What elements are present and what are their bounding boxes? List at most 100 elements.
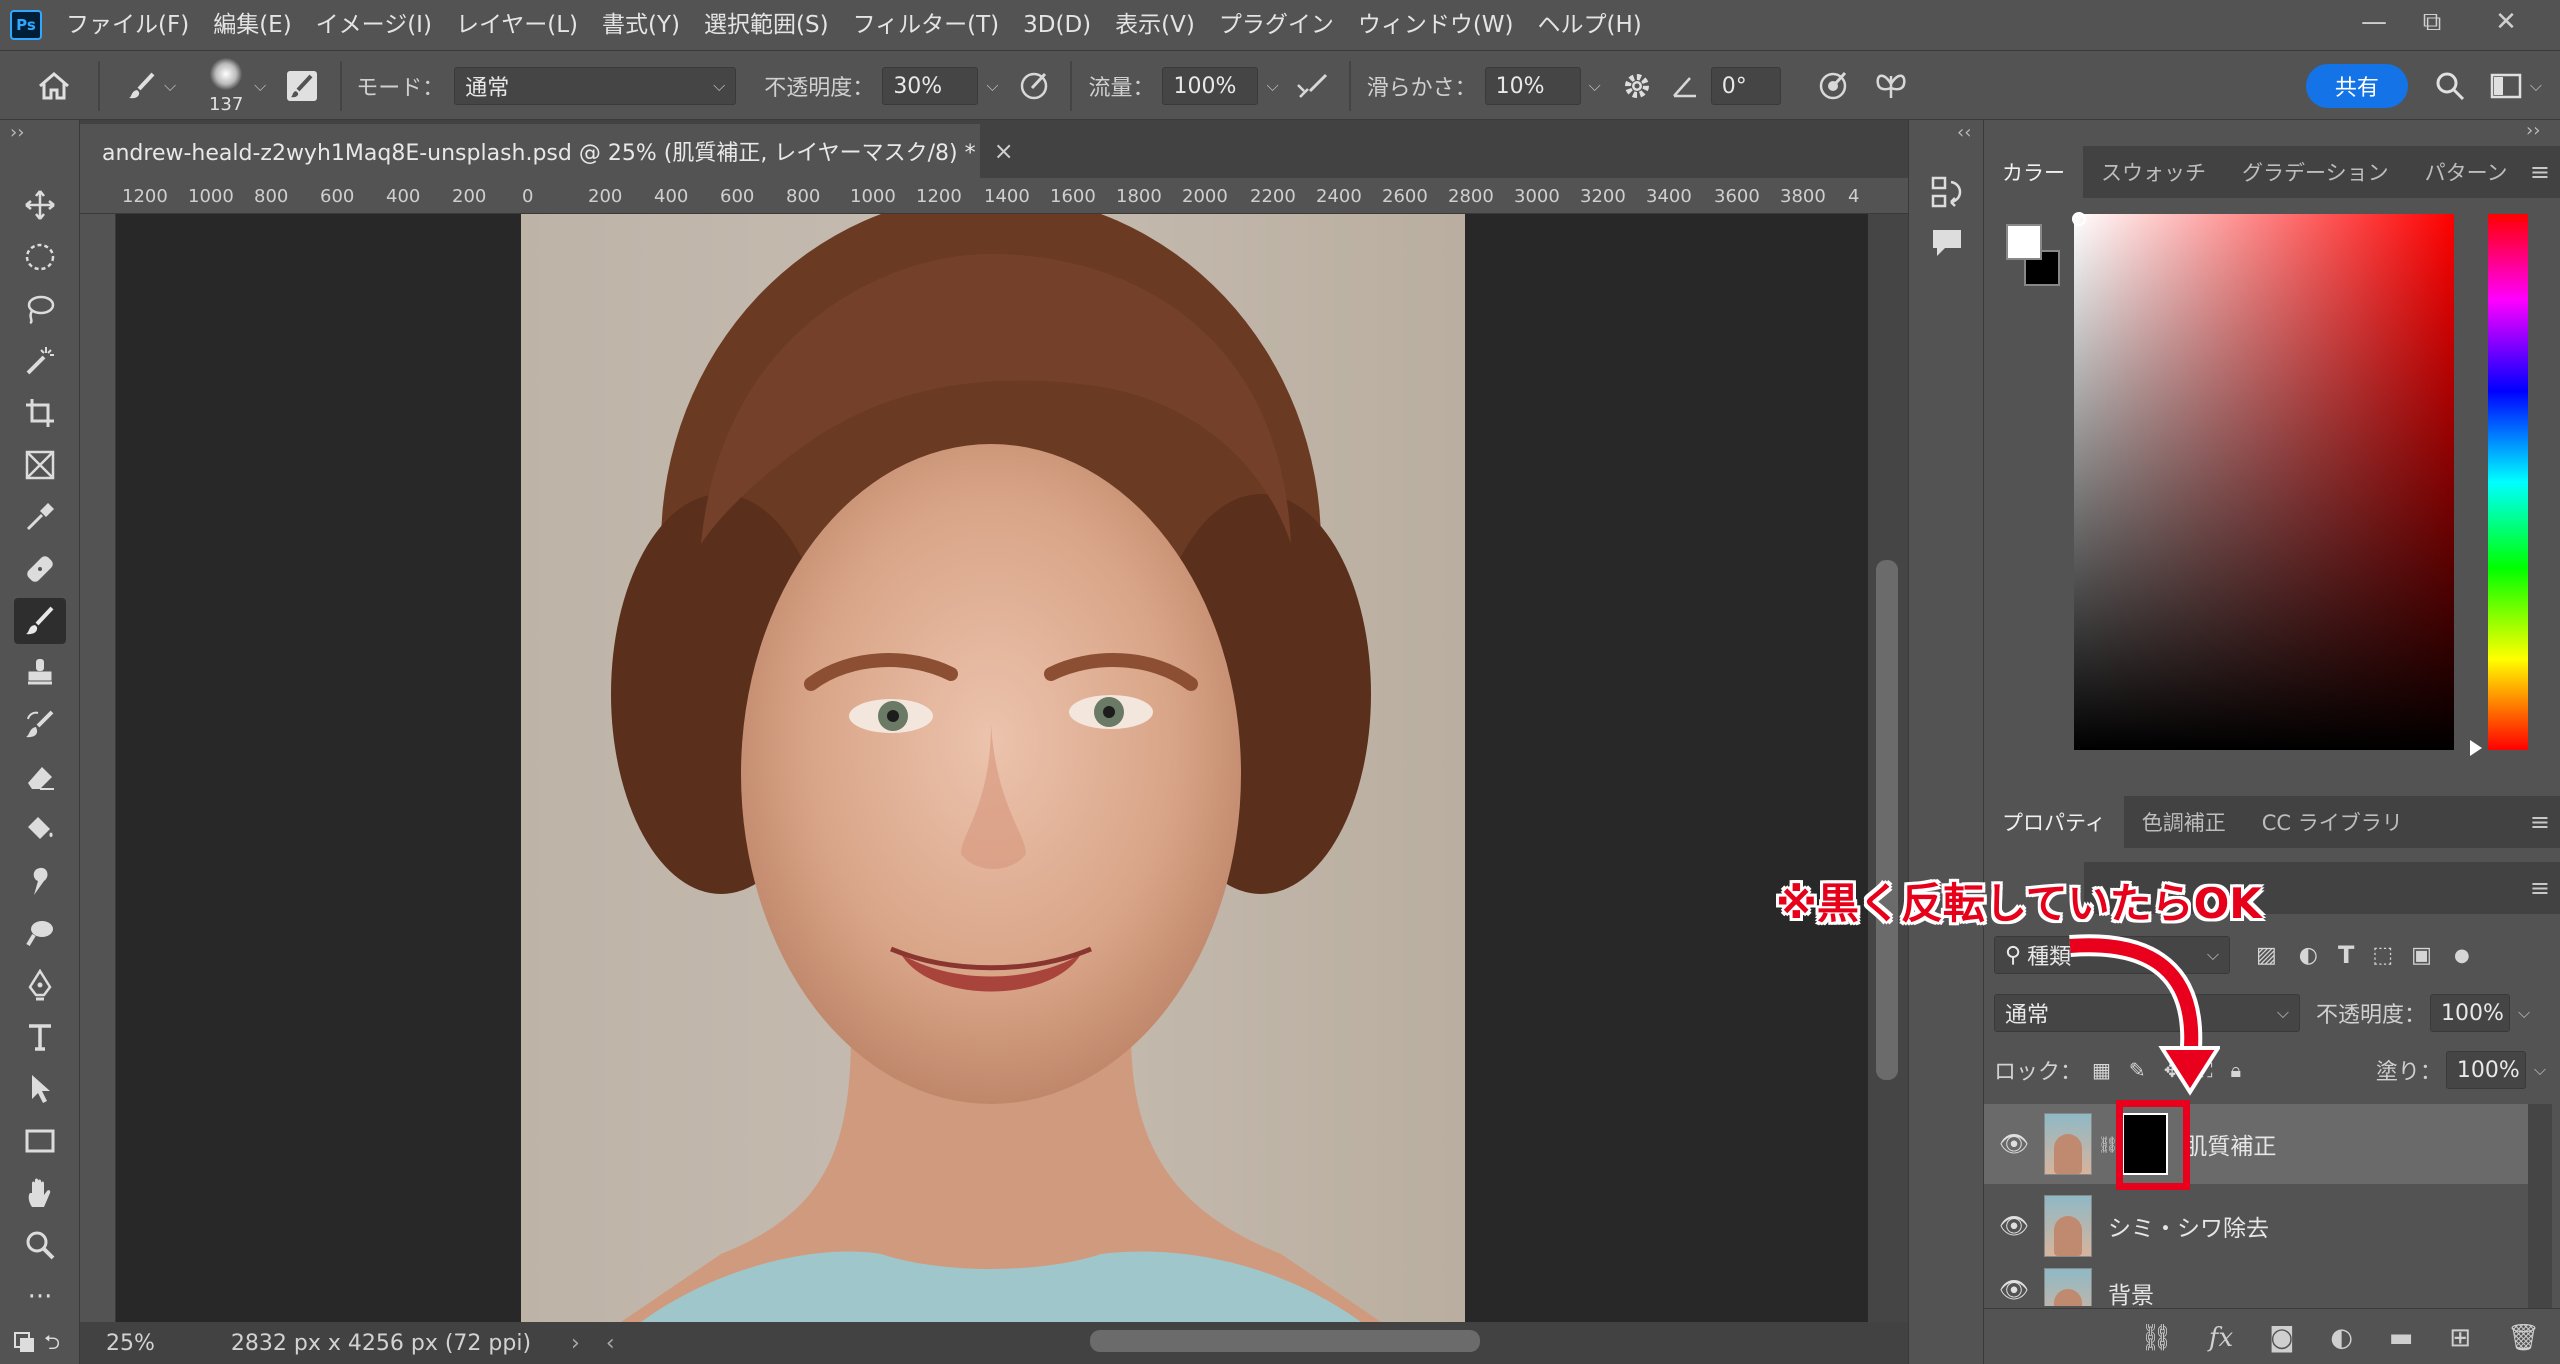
layer-name[interactable]: シミ・シワ除去 xyxy=(2108,1209,2269,1243)
eyedropper-tool-icon[interactable] xyxy=(14,494,66,540)
filter-pixel-layers-icon[interactable]: ▨ xyxy=(2256,943,2277,968)
layer-fill-chevron-icon[interactable]: ⌵ xyxy=(2534,1060,2546,1080)
layer-style-fx-icon[interactable]: fx xyxy=(2209,1323,2233,1353)
menu-type[interactable]: 書式(Y) xyxy=(602,0,680,50)
horizontal-scrollbar-thumb[interactable] xyxy=(1090,1330,1480,1352)
panel-menu-icon[interactable]: ≡ xyxy=(2530,158,2550,186)
gear-icon[interactable] xyxy=(1615,64,1659,108)
hand-tool-icon[interactable] xyxy=(14,1170,66,1216)
paint-bucket-tool-icon[interactable] xyxy=(14,806,66,852)
color-picker-field[interactable] xyxy=(2074,214,2454,750)
layer-thumbnail[interactable] xyxy=(2044,1268,2092,1306)
rectangle-tool-icon[interactable] xyxy=(14,1118,66,1164)
filter-adjustment-layers-icon[interactable]: ◐ xyxy=(2299,943,2318,968)
eye-icon[interactable]: 👁︎ xyxy=(1984,1276,2044,1304)
adjustment-layer-icon[interactable]: ◐ xyxy=(2330,1323,2353,1353)
menu-view[interactable]: 表示(V) xyxy=(1115,0,1195,50)
panel-menu-icon[interactable]: ≡ xyxy=(2530,808,2550,836)
mode-select[interactable]: 通常 ⌵ xyxy=(454,67,737,105)
elliptical-marquee-tool-icon[interactable] xyxy=(14,234,66,280)
default-colors-icon[interactable]: ⮌ xyxy=(12,1326,68,1360)
dodge-tool-icon[interactable] xyxy=(14,910,66,956)
panel-menu-icon[interactable]: ≡ xyxy=(2530,874,2550,902)
more-tools-icon[interactable]: ··· xyxy=(14,1274,66,1320)
healing-brush-tool-icon[interactable] xyxy=(14,546,66,592)
type-tool-icon[interactable] xyxy=(14,1014,66,1060)
search-icon[interactable] xyxy=(2428,64,2472,108)
home-icon[interactable] xyxy=(32,64,76,108)
close-icon[interactable]: × xyxy=(994,137,1014,165)
history-panel-icon[interactable] xyxy=(1929,174,1965,216)
collapse-toolbar-icon[interactable]: ›› xyxy=(10,122,24,143)
filter-smart-objects-icon[interactable]: ▣ xyxy=(2411,943,2432,968)
flow-input[interactable]: 100% xyxy=(1162,67,1259,105)
vertical-scrollbar-thumb[interactable] xyxy=(1876,560,1898,1080)
history-brush-tool-icon[interactable] xyxy=(14,702,66,748)
layer-name[interactable]: 肌質補正 xyxy=(2184,1127,2276,1161)
smudge-tool-icon[interactable] xyxy=(14,858,66,904)
menu-help[interactable]: ヘルプ(H) xyxy=(1538,0,1642,50)
flow-chevron-icon[interactable]: ⌵ xyxy=(1266,76,1278,96)
lock-all-icon[interactable]: 🔒︎ xyxy=(2230,1058,2241,1082)
smoothing-input[interactable]: 10% xyxy=(1484,67,1581,105)
layer-row-selected[interactable]: 👁︎ ⛓ 肌質補正 xyxy=(1984,1104,2528,1184)
symmetry-butterfly-icon[interactable] xyxy=(1869,64,1913,108)
color-picker-cursor[interactable] xyxy=(2072,212,2086,226)
brush-settings-panel-icon[interactable] xyxy=(280,64,324,108)
hue-slider-handle[interactable] xyxy=(2470,740,2482,756)
magic-wand-tool-icon[interactable] xyxy=(14,338,66,384)
tab-swatches[interactable]: スウォッチ xyxy=(2083,146,2224,198)
collapse-right-panels-icon[interactable]: ›› xyxy=(2526,120,2540,141)
path-selection-tool-icon[interactable] xyxy=(14,1066,66,1112)
scroll-left-icon[interactable]: ‹ xyxy=(606,1331,615,1356)
link-layers-icon[interactable]: ⛓ xyxy=(2140,1323,2173,1353)
layer-row[interactable]: 👁︎ シミ・シワ除去 xyxy=(1984,1186,2528,1266)
zoom-level[interactable]: 25% xyxy=(106,1331,155,1356)
layers-scrollbar[interactable] xyxy=(2528,1104,2552,1308)
tab-properties[interactable]: プロパティ xyxy=(1984,796,2124,848)
foreground-color-swatch[interactable] xyxy=(2006,224,2042,260)
opacity-input[interactable]: 30% xyxy=(882,67,979,105)
menu-3d[interactable]: 3D(D) xyxy=(1023,0,1091,50)
menu-select[interactable]: 選択範囲(S) xyxy=(704,0,829,50)
layer-row[interactable]: 👁︎ 背景 xyxy=(1984,1268,2528,1306)
opacity-chevron-icon[interactable]: ⌵ xyxy=(986,76,998,96)
lasso-tool-icon[interactable] xyxy=(14,286,66,332)
tab-patterns[interactable]: パターン xyxy=(2407,146,2526,198)
add-mask-icon[interactable]: ◙ xyxy=(2269,1323,2294,1353)
new-layer-icon[interactable]: ⊞ xyxy=(2449,1323,2471,1353)
pressure-size-icon[interactable] xyxy=(1811,64,1855,108)
crop-tool-icon[interactable] xyxy=(14,390,66,436)
trash-icon[interactable]: 🗑︎ xyxy=(2507,1323,2540,1353)
menu-layer[interactable]: レイヤー(L) xyxy=(456,0,578,50)
layer-name[interactable]: 背景 xyxy=(2108,1276,2154,1306)
menu-filter[interactable]: フィルター(T) xyxy=(853,0,1000,50)
move-tool-icon[interactable] xyxy=(14,182,66,228)
smoothing-chevron-icon[interactable]: ⌵ xyxy=(1589,76,1601,96)
brush-preset-chevron-icon[interactable]: ⌵ xyxy=(254,76,266,96)
hue-slider[interactable] xyxy=(2488,214,2528,750)
swap-colors-icon[interactable]: ⮌ xyxy=(44,1328,60,1362)
layer-thumbnail[interactable] xyxy=(2044,1113,2092,1175)
share-button[interactable]: 共有 xyxy=(2305,64,2408,108)
menu-window[interactable]: ウィンドウ(W) xyxy=(1358,0,1514,50)
workspace-chevron-icon[interactable]: ⌵ xyxy=(2530,76,2542,96)
eraser-tool-icon[interactable] xyxy=(14,754,66,800)
new-group-folder-icon[interactable]: ▬ xyxy=(2389,1323,2414,1353)
layer-fill-input[interactable]: 100% xyxy=(2445,1051,2526,1089)
tool-preset-chevron-icon[interactable]: ⌵ xyxy=(164,76,176,96)
filter-type-layers-icon[interactable]: T xyxy=(2338,941,2354,969)
filter-shape-layers-icon[interactable]: ⬚ xyxy=(2372,943,2393,968)
canvas-photo-portrait[interactable] xyxy=(521,214,1465,1322)
workspace-icon[interactable] xyxy=(2484,64,2528,108)
layer-opacity-chevron-icon[interactable]: ⌵ xyxy=(2518,1003,2530,1023)
brush-tool-icon[interactable] xyxy=(120,64,164,108)
airbrush-icon[interactable] xyxy=(1291,64,1335,108)
comments-panel-icon[interactable] xyxy=(1929,226,1965,266)
brush-tool-icon[interactable] xyxy=(14,598,66,644)
clone-stamp-tool-icon[interactable] xyxy=(14,650,66,696)
eye-icon[interactable]: 👁︎ xyxy=(1984,1130,2044,1158)
document-tab[interactable]: andrew-heald-z2wyh1Maq8E-unsplash.psd @ … xyxy=(80,124,1014,178)
brush-preset-picker[interactable]: 137 xyxy=(198,56,254,116)
restore-button[interactable]: ⧉ xyxy=(2404,0,2460,44)
